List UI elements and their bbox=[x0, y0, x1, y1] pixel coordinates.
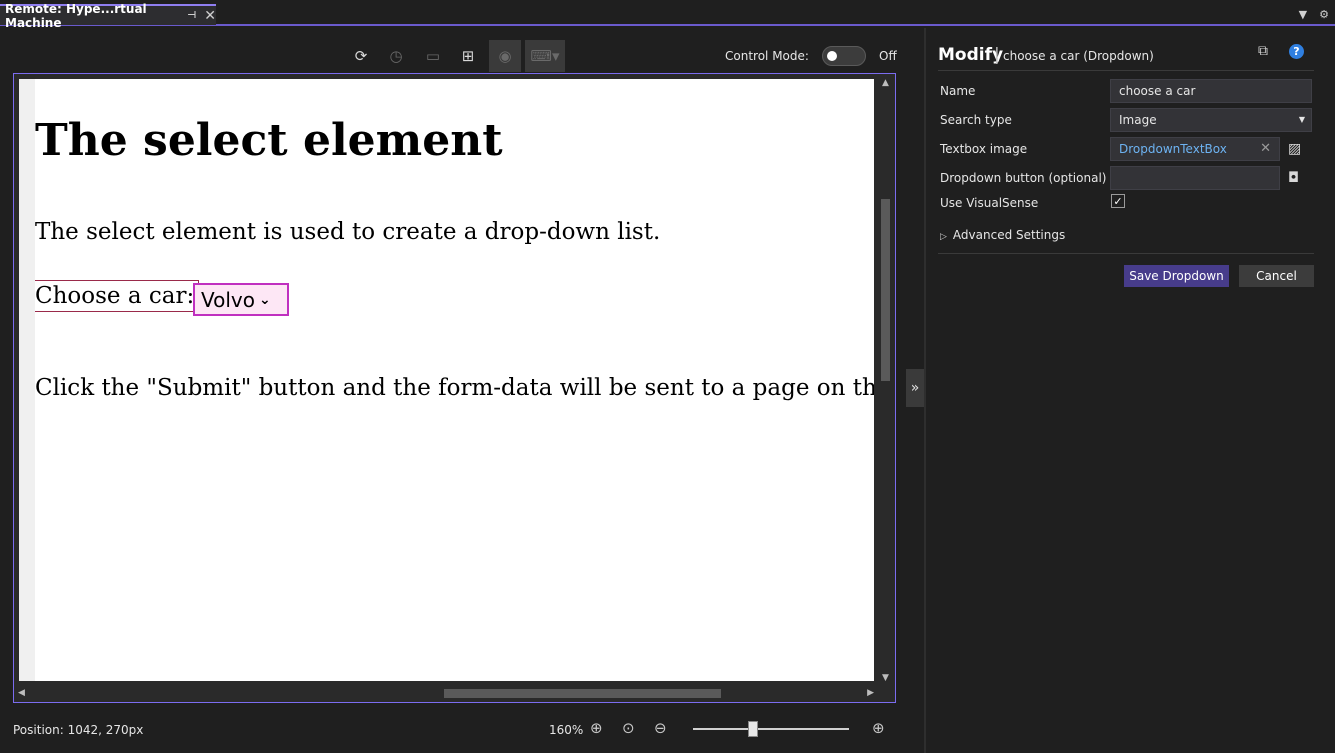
zoom-in-icon[interactable]: ⊕ bbox=[872, 719, 885, 737]
name-value: choose a car bbox=[1119, 84, 1196, 98]
vertical-scrollbar[interactable]: ▲ ▼ bbox=[878, 74, 895, 685]
title-separator: | bbox=[994, 45, 1000, 65]
zoom-level: 160% bbox=[549, 723, 584, 737]
view-toolbar: ⟳ ◷ ▭ ⊞ ◉ ⌨▾ Control Mode: Off bbox=[0, 40, 924, 72]
scroll-right-icon[interactable]: ▶ bbox=[867, 688, 874, 698]
use-visualsense-checkbox[interactable]: ✓ bbox=[1111, 194, 1125, 208]
scroll-left-icon[interactable]: ◀ bbox=[18, 688, 25, 698]
cancel-button[interactable]: Cancel bbox=[1239, 265, 1314, 287]
tab-strip: Remote: Hype...rtual Machine ⊣ ✕ ▼ ⚙ bbox=[0, 0, 1335, 30]
remote-viewport[interactable]: The select element The select element is… bbox=[13, 73, 896, 703]
name-label: Name bbox=[940, 84, 976, 98]
scroll-down-icon[interactable]: ▼ bbox=[882, 673, 889, 683]
vertical-scroll-thumb[interactable] bbox=[881, 199, 890, 381]
choose-car-label[interactable]: Choose a car: bbox=[35, 280, 200, 312]
zoom-actual-icon[interactable]: ⊙ bbox=[622, 719, 635, 737]
settings-icon[interactable]: ⚙ bbox=[1319, 8, 1329, 21]
dropdown-button-field[interactable] bbox=[1110, 166, 1280, 190]
tab-remote-machine[interactable]: Remote: Hype...rtual Machine ⊣ ✕ bbox=[0, 2, 216, 30]
horizontal-scrollbar[interactable]: ◀ ▶ bbox=[14, 685, 878, 702]
tab-title: Remote: Hype...rtual Machine bbox=[5, 1, 147, 30]
advanced-settings-label: Advanced Settings bbox=[952, 228, 1066, 242]
expand-triangle-icon: ▷ bbox=[940, 232, 947, 242]
zoom-fit-icon[interactable]: ⊕ bbox=[590, 719, 603, 737]
strip-controls: ▼ ⚙ bbox=[1299, 8, 1329, 21]
capture-icon[interactable]: ◘ bbox=[1288, 170, 1299, 186]
pick-image-icon[interactable]: ▨ bbox=[1288, 141, 1301, 157]
window-icon[interactable]: ▭ bbox=[418, 40, 448, 72]
page-description: The select element is used to create a d… bbox=[35, 219, 661, 245]
textbox-image-field[interactable]: DropdownTextBox ✕ bbox=[1110, 137, 1280, 161]
web-page: The select element The select element is… bbox=[19, 79, 874, 681]
tab-dropdown-icon[interactable]: ▼ bbox=[1299, 8, 1307, 21]
car-select-dropdown[interactable]: Volvo ⌄ bbox=[193, 283, 289, 316]
remote-machine-window: Remote: Hype...rtual Machine ⊣ ✕ ▼ ⚙ ⟳ ◷… bbox=[0, 0, 1335, 753]
toggle-knob bbox=[827, 51, 837, 61]
cursor-position: Position: 1042, 270px bbox=[13, 723, 144, 737]
keyboard-icon[interactable]: ⌨▾ bbox=[525, 40, 565, 72]
chevron-down-icon: ⌄ bbox=[259, 291, 271, 308]
name-input[interactable]: choose a car bbox=[1110, 79, 1312, 103]
control-mode-state: Off bbox=[879, 49, 897, 63]
zoom-slider[interactable] bbox=[693, 721, 849, 737]
search-type-select[interactable]: Image ▼ bbox=[1110, 108, 1312, 132]
select-value: Volvo bbox=[201, 287, 255, 312]
page-heading: The select element bbox=[35, 115, 503, 166]
checkmark-icon: ✓ bbox=[1113, 194, 1123, 208]
select-element-icon[interactable]: ⊞ bbox=[453, 40, 483, 72]
save-dropdown-button[interactable]: Save Dropdown bbox=[1124, 265, 1229, 287]
help-icon[interactable]: ? bbox=[1289, 44, 1304, 59]
divider bbox=[938, 253, 1314, 254]
zoom-out-icon[interactable]: ⊖ bbox=[654, 719, 667, 737]
modify-panel: Modify | choose a car (Dropdown) ⧉ ? Nam… bbox=[926, 28, 1335, 753]
search-type-value: Image bbox=[1119, 113, 1157, 127]
pin-icon[interactable]: ⊣ bbox=[187, 10, 196, 21]
submit-instruction: Click the "Submit" button and the form-d… bbox=[35, 375, 874, 401]
history-icon[interactable]: ◷ bbox=[381, 40, 411, 72]
use-visualsense-label: Use VisualSense bbox=[940, 196, 1039, 210]
control-mode-toggle[interactable] bbox=[822, 46, 866, 66]
dropdown-arrow-icon: ▼ bbox=[1298, 115, 1305, 124]
horizontal-scroll-thumb[interactable] bbox=[444, 689, 721, 698]
control-mode-label: Control Mode: bbox=[725, 49, 809, 63]
textbox-image-label: Textbox image bbox=[940, 142, 1028, 156]
search-type-label: Search type bbox=[940, 113, 1012, 127]
textbox-image-value[interactable]: DropdownTextBox bbox=[1119, 142, 1227, 156]
scroll-up-icon[interactable]: ▲ bbox=[882, 78, 889, 88]
panel-subtitle: choose a car (Dropdown) bbox=[1003, 49, 1154, 63]
collapse-panel-icon[interactable]: » bbox=[906, 369, 924, 407]
dropdown-button-label: Dropdown button (optional) bbox=[940, 171, 1107, 185]
refresh-icon[interactable]: ⟳ bbox=[346, 40, 376, 72]
screenshot-icon[interactable]: ◉ bbox=[489, 40, 521, 72]
advanced-settings-toggle[interactable]: ▷ Advanced Settings bbox=[940, 228, 1065, 242]
divider bbox=[938, 70, 1314, 71]
dock-icon[interactable]: ⧉ bbox=[1258, 43, 1268, 59]
remote-view-pane: ⟳ ◷ ▭ ⊞ ◉ ⌨▾ Control Mode: Off The selec… bbox=[0, 28, 924, 753]
zoom-slider-knob[interactable] bbox=[748, 721, 759, 737]
close-icon[interactable]: ✕ bbox=[204, 9, 216, 23]
clear-icon[interactable]: ✕ bbox=[1260, 141, 1271, 156]
